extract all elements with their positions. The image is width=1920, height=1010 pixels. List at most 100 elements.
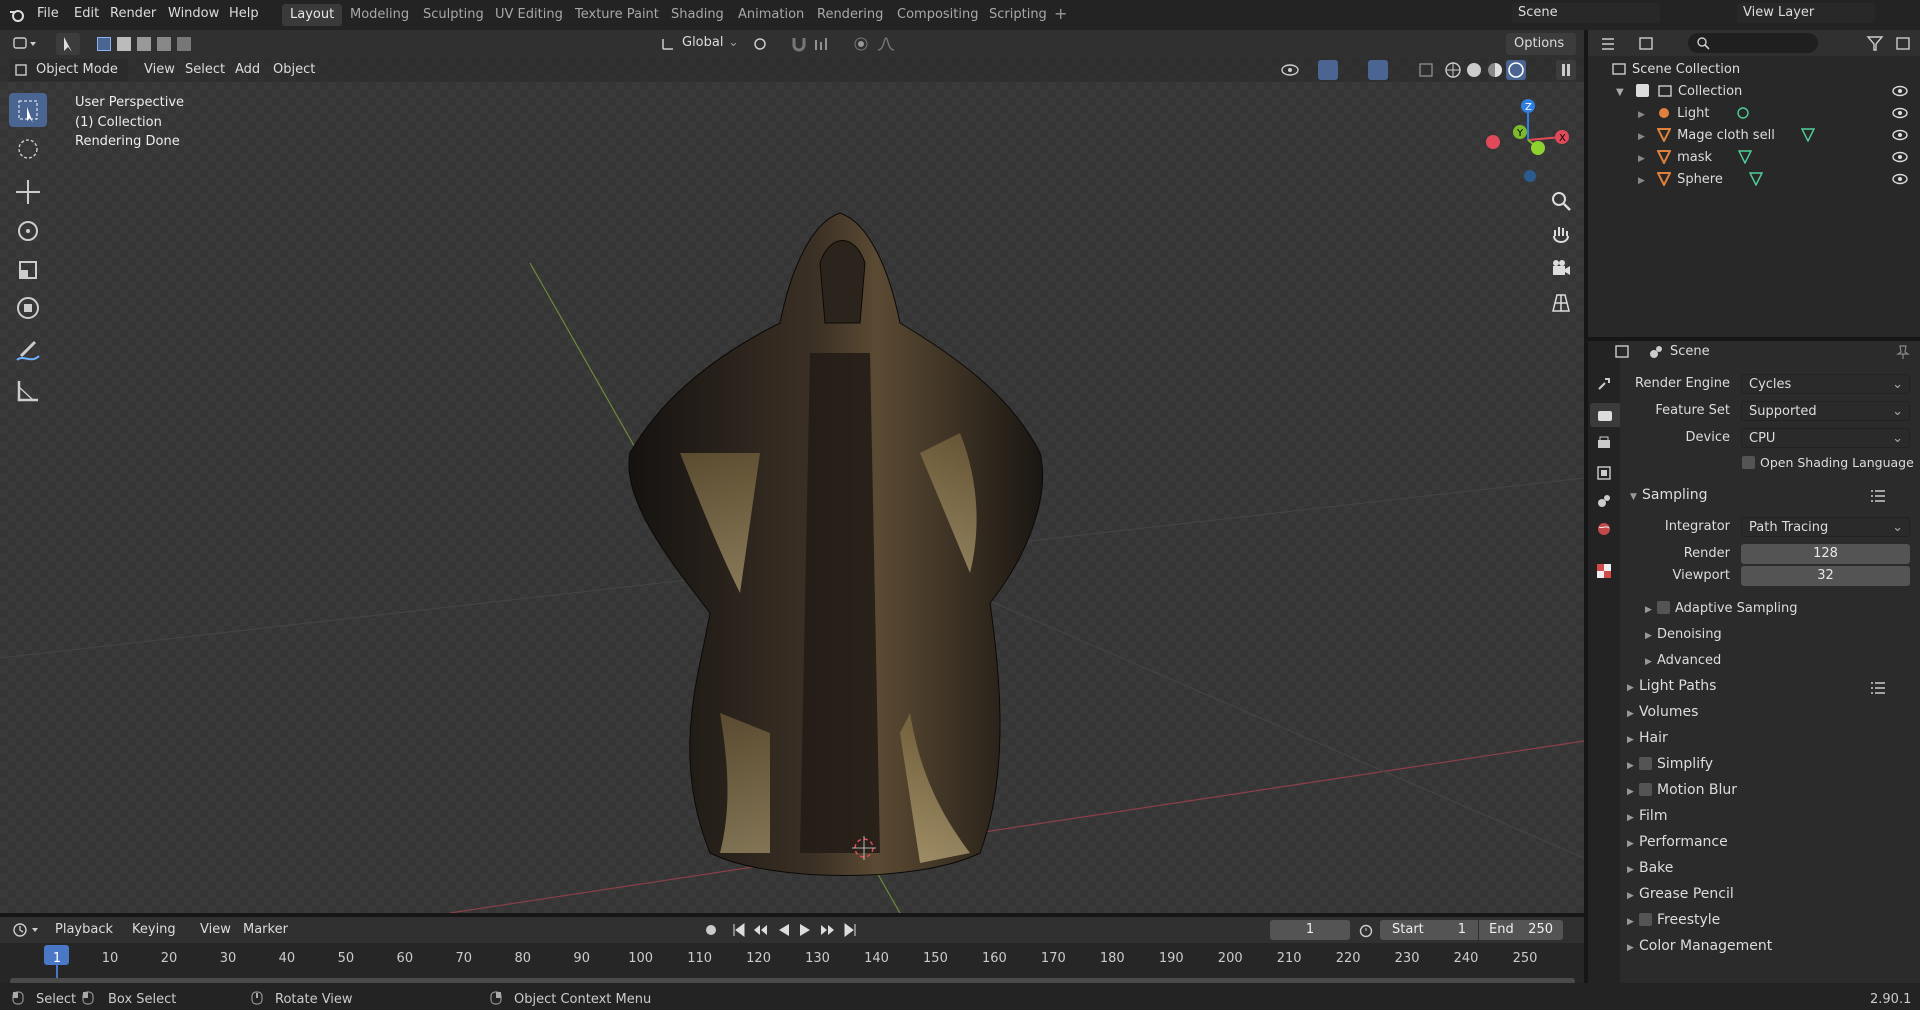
new-collection-icon[interactable] [1895, 35, 1913, 51]
3d-cursor-icon[interactable] [852, 836, 876, 860]
set-new-selection-icon[interactable] [97, 37, 111, 51]
eye-icon[interactable] [1892, 84, 1908, 98]
volumes-panel[interactable]: ▶ Volumes [1627, 704, 1698, 720]
record-icon[interactable] [703, 922, 719, 938]
current-frame-field[interactable]: 1 [1270, 920, 1350, 940]
disclosure-right-icon[interactable]: ▶ [1638, 154, 1645, 164]
zoom-icon[interactable] [1550, 190, 1572, 212]
menu-edit[interactable]: Edit [74, 6, 99, 21]
pause-render-icon[interactable] [1556, 60, 1576, 80]
integrator-dropdown[interactable]: Path Tracing ⌄ [1741, 517, 1910, 537]
navigation-gizmo[interactable]: Z X Y [1476, 92, 1576, 192]
start-frame-field[interactable]: Start 1 [1380, 920, 1478, 940]
next-keyframe-icon[interactable] [818, 922, 836, 938]
device-dropdown[interactable]: CPU ⌄ [1741, 428, 1910, 448]
visibility-icon[interactable] [1280, 62, 1300, 78]
options-dropdown[interactable]: Options [1506, 33, 1576, 55]
measure-tool[interactable] [9, 373, 47, 407]
select-tool-button[interactable] [56, 33, 80, 55]
menu-window[interactable]: Window [168, 6, 219, 21]
keying-menu[interactable]: Keying [132, 922, 176, 937]
menu-view[interactable]: View [144, 62, 175, 77]
disclosure-right-icon[interactable]: ▶ [1638, 176, 1645, 186]
tab-layout[interactable]: Layout [282, 4, 343, 26]
tab-scripting[interactable]: Scripting [981, 4, 1055, 26]
adaptive-sampling-checkbox[interactable] [1657, 601, 1670, 614]
marker-menu[interactable]: Marker [243, 922, 288, 937]
osl-checkbox-box[interactable] [1742, 456, 1755, 469]
playback-menu[interactable]: Playback [55, 922, 113, 937]
light-paths-panel[interactable]: ▶ Light Paths [1627, 678, 1716, 694]
eye-icon[interactable] [1892, 172, 1908, 186]
eye-icon[interactable] [1892, 106, 1908, 120]
jump-start-icon[interactable] [731, 922, 747, 938]
selection-mode-buttons[interactable] [95, 34, 201, 54]
menu-object[interactable]: Object [273, 62, 315, 77]
move-tool[interactable] [9, 175, 47, 209]
intersect-selection-icon[interactable] [177, 37, 191, 51]
disclosure-down-icon[interactable]: ▼ [1616, 87, 1624, 98]
color-management-panel[interactable]: ▶ Color Management [1627, 938, 1772, 954]
select-box-tool[interactable] [9, 93, 47, 127]
render-engine-dropdown[interactable]: Cycles ⌄ [1741, 374, 1910, 394]
cursor-tool[interactable] [9, 132, 47, 166]
snap-target-icon[interactable] [814, 36, 834, 52]
outliner-collection[interactable]: ▼ Collection [1616, 81, 1742, 103]
world-tab-icon[interactable] [1596, 521, 1612, 537]
tab-shading[interactable]: Shading [663, 4, 732, 26]
prev-keyframe-icon[interactable] [752, 922, 770, 938]
outliner-item-mage-cloth-sell[interactable]: ▶ Mage cloth sell [1638, 125, 1816, 147]
disclosure-right-icon[interactable]: ▶ [1638, 132, 1645, 142]
mesh-data-icon[interactable] [1748, 172, 1764, 187]
motion-blur-panel[interactable]: ▶ Motion Blur [1627, 782, 1737, 798]
play-reverse-icon[interactable] [776, 922, 792, 938]
hair-panel[interactable]: ▶ Hair [1627, 730, 1668, 746]
menu-help[interactable]: Help [229, 6, 259, 21]
mesh-data-icon[interactable] [1800, 128, 1816, 143]
proportional-editing-icon[interactable] [853, 36, 869, 52]
stopwatch-icon[interactable] [1358, 922, 1374, 938]
feature-set-dropdown[interactable]: Supported ⌄ [1741, 401, 1910, 421]
properties-editor-type-icon[interactable] [1614, 344, 1640, 360]
jump-end-icon[interactable] [842, 922, 858, 938]
menu-add[interactable]: Add [235, 62, 260, 77]
film-panel[interactable]: ▶ Film [1627, 808, 1667, 824]
simplify-checkbox[interactable] [1639, 757, 1652, 770]
xray-icon[interactable] [1418, 62, 1434, 78]
menu-file[interactable]: File [37, 6, 59, 21]
tab-sculpting[interactable]: Sculpting [415, 4, 492, 26]
eye-icon[interactable] [1892, 128, 1908, 142]
wireframe-shading-icon[interactable] [1444, 61, 1462, 79]
rotate-tool[interactable] [9, 214, 47, 248]
pin-icon[interactable] [1896, 344, 1910, 360]
texture-tab-icon[interactable] [1596, 563, 1612, 579]
advanced-subpanel[interactable]: ▶ Advanced [1645, 653, 1721, 668]
timeline-editor-type-icon[interactable] [12, 922, 40, 938]
mage-cloth-model[interactable] [620, 153, 1060, 883]
overlay-toggle-icon[interactable] [1368, 60, 1388, 80]
osl-checkbox[interactable]: Open Shading Language [1742, 455, 1914, 470]
subtract-selection-icon[interactable] [137, 37, 151, 51]
solid-shading-icon[interactable] [1465, 61, 1483, 79]
mesh-data-icon[interactable] [1738, 150, 1753, 165]
view-layer-selector[interactable]: View Layer [1737, 3, 1875, 23]
extend-selection-icon[interactable] [117, 37, 131, 51]
freestyle-checkbox[interactable] [1639, 913, 1652, 926]
collection-checkbox[interactable] [1635, 84, 1649, 97]
light-data-icon[interactable] [1736, 106, 1750, 120]
scene-selector[interactable]: Scene [1512, 3, 1660, 23]
outliner-scene-collection[interactable]: Scene Collection [1612, 59, 1740, 81]
presets-list-icon[interactable] [1870, 489, 1886, 503]
menu-render[interactable]: Render [110, 6, 156, 21]
motion-blur-checkbox[interactable] [1639, 783, 1652, 796]
camera-view-icon[interactable] [1550, 258, 1572, 280]
material-shading-icon[interactable] [1486, 61, 1504, 79]
outliner-item-sphere[interactable]: ▶ Sphere [1638, 169, 1764, 191]
tab-uv-editing[interactable]: UV Editing [487, 4, 571, 26]
eye-icon[interactable] [1892, 150, 1908, 164]
render-samples-field[interactable]: 128 [1741, 544, 1910, 564]
sampling-panel-header[interactable]: ▼ Sampling [1630, 487, 1708, 503]
disclosure-right-icon[interactable]: ▶ [1638, 110, 1645, 120]
outliner-search-input[interactable] [1688, 33, 1818, 53]
timeline-view-menu[interactable]: View [200, 922, 231, 937]
